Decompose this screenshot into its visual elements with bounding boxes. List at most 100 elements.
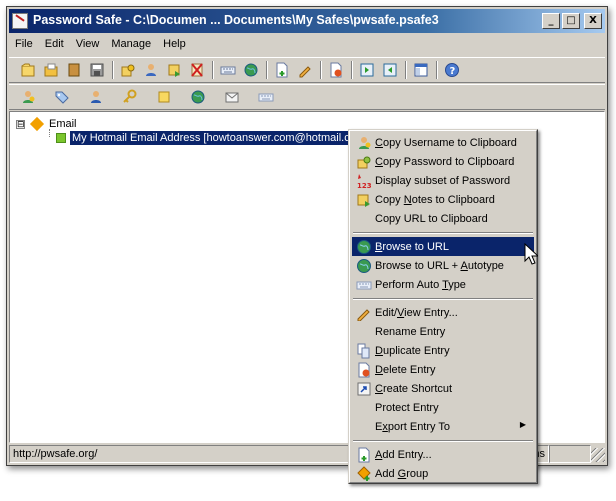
menu-help[interactable]: Help bbox=[157, 35, 192, 54]
entry-icon bbox=[56, 133, 66, 143]
submenu-arrow-icon: ▶ bbox=[519, 420, 526, 429]
new-database-icon[interactable] bbox=[17, 59, 39, 81]
menu-label-part: ype bbox=[448, 278, 466, 291]
menu-label-part: Rename Entry bbox=[375, 325, 446, 338]
menu-label-part: rowse to URL bbox=[382, 240, 449, 253]
tree-entry-hotmail[interactable]: My Hotmail Email Address [howtoanswer.co… bbox=[56, 130, 371, 146]
note-icon[interactable] bbox=[153, 86, 175, 108]
menu-item-delete-entry[interactable]: Delete Entry bbox=[352, 360, 534, 379]
copy-password-icon[interactable] bbox=[117, 59, 139, 81]
menu-item-label: Copy Password to Clipboard bbox=[375, 156, 514, 168]
group-label: Email bbox=[49, 118, 77, 130]
close-database-icon[interactable] bbox=[63, 59, 85, 81]
close-button[interactable]: X bbox=[584, 13, 602, 29]
menu-item-label: Copy URL to Clipboard bbox=[375, 213, 488, 225]
browse-url-icon bbox=[355, 238, 372, 255]
svg-text:?: ? bbox=[450, 66, 456, 77]
menu-manage[interactable]: Manage bbox=[105, 35, 157, 54]
entry-toolbar bbox=[9, 84, 605, 110]
add-entry-icon bbox=[355, 446, 372, 463]
copy-notes-icon bbox=[355, 191, 372, 208]
globe-icon[interactable] bbox=[187, 86, 209, 108]
menu-view[interactable]: View bbox=[70, 35, 106, 54]
menu-item-browse-to-url[interactable]: Browse to URL bbox=[352, 237, 534, 256]
menu-label-part: Browse to URL + bbox=[375, 259, 461, 272]
main-toolbar: ? bbox=[9, 57, 605, 83]
email-icon[interactable] bbox=[221, 86, 243, 108]
copy-username-icon[interactable] bbox=[140, 59, 162, 81]
menu-item-copy-notes-to-clipboard[interactable]: Copy Notes to Clipboard bbox=[352, 190, 534, 209]
autotype-icon[interactable] bbox=[217, 59, 239, 81]
open-database-icon[interactable] bbox=[40, 59, 62, 81]
add-entry-icon[interactable] bbox=[271, 59, 293, 81]
copy-notes-icon[interactable] bbox=[163, 59, 185, 81]
mouse-cursor-icon bbox=[524, 243, 538, 265]
menu-item-export-entry-to[interactable]: Export Entry To ▶ bbox=[352, 417, 534, 436]
menu-label-part: iew Entry... bbox=[404, 306, 458, 319]
menu-item-label: Browse to URL bbox=[375, 241, 449, 253]
menu-item-perform-auto-type[interactable]: Perform Auto Type bbox=[352, 275, 534, 294]
browse-url-icon[interactable] bbox=[240, 59, 262, 81]
status-extra bbox=[549, 445, 591, 463]
menu-item-duplicate-entry[interactable]: Duplicate Entry bbox=[352, 341, 534, 360]
menu-item-browse-to-url-autotype[interactable]: Browse to URL + Autotype bbox=[352, 256, 534, 275]
clear-clipboard-icon[interactable] bbox=[186, 59, 208, 81]
menu-item-add-group[interactable]: Add Group bbox=[352, 464, 534, 483]
menu-item-label: Copy Notes to Clipboard bbox=[375, 194, 495, 206]
menu-item-label: Delete Entry bbox=[375, 364, 436, 376]
collapse-toggle[interactable]: ⊟ bbox=[16, 119, 25, 129]
group-folder-icon bbox=[29, 116, 45, 132]
menu-label-part: G bbox=[397, 467, 407, 480]
app-icon[interactable] bbox=[12, 13, 28, 29]
menu-label-part: Copy bbox=[375, 193, 404, 206]
menu-item-label: Rename Entry bbox=[375, 326, 445, 338]
toolbar-separator bbox=[351, 61, 353, 79]
context-menu-body: Copy Username to Clipboard Copy Password … bbox=[349, 130, 537, 483]
menu-label-part: opy Username to Clipboard bbox=[382, 136, 517, 149]
expand-all-icon[interactable] bbox=[356, 59, 378, 81]
password-subset-icon: 123 bbox=[355, 172, 372, 189]
menu-item-label: Export Entry To bbox=[375, 421, 450, 433]
save-icon[interactable] bbox=[86, 59, 108, 81]
edit-entry-icon[interactable] bbox=[294, 59, 316, 81]
toolbar-separator bbox=[320, 61, 322, 79]
menu-item-rename-entry[interactable]: Rename Entry bbox=[352, 322, 534, 341]
title-bar[interactable]: Password Safe - C:\Documen ... Documents… bbox=[9, 9, 605, 33]
delete-entry-icon[interactable] bbox=[325, 59, 347, 81]
copy-username-icon[interactable] bbox=[17, 86, 39, 108]
window-controls: _ □ X bbox=[542, 13, 602, 29]
collapse-all-icon[interactable] bbox=[379, 59, 401, 81]
maximize-button[interactable]: □ bbox=[562, 13, 580, 29]
menu-label-part: otes to Clipboard bbox=[411, 193, 495, 206]
duplicate-entry-icon bbox=[355, 342, 372, 359]
menu-item-add-entry[interactable]: Add Entry... bbox=[352, 445, 534, 464]
menu-item-create-shortcut[interactable]: Create Shortcut bbox=[352, 379, 534, 398]
menu-label-part: port Entry To bbox=[387, 420, 451, 433]
menu-item-label: Edit/View Entry... bbox=[375, 307, 458, 319]
resize-grip[interactable] bbox=[591, 448, 605, 462]
keyboard-icon[interactable] bbox=[255, 86, 277, 108]
menu-label-part: Add bbox=[375, 467, 398, 480]
minimize-button[interactable]: _ bbox=[542, 13, 560, 29]
menu-edit[interactable]: Edit bbox=[39, 35, 70, 54]
menu-file[interactable]: File bbox=[9, 35, 39, 54]
key-icon[interactable] bbox=[119, 86, 141, 108]
menu-separator bbox=[352, 436, 534, 445]
edit-entry-icon bbox=[355, 304, 372, 321]
status-url: http://pwsafe.org/ bbox=[9, 445, 349, 463]
menu-item-display-subset-of-password[interactable]: 123 Display subset of Password bbox=[352, 171, 534, 190]
menu-item-label: Create Shortcut bbox=[375, 383, 452, 395]
menu-item-edit-view-entry[interactable]: Edit/View Entry... bbox=[352, 303, 534, 322]
options-icon[interactable] bbox=[410, 59, 432, 81]
menu-item-protect-entry[interactable]: Protect Entry bbox=[352, 398, 534, 417]
help-icon[interactable]: ? bbox=[441, 59, 463, 81]
user-icon[interactable] bbox=[85, 86, 107, 108]
menu-separator bbox=[352, 294, 534, 303]
menu-item-copy-username-to-clipboard[interactable]: Copy Username to Clipboard bbox=[352, 133, 534, 152]
tag-icon[interactable] bbox=[51, 86, 73, 108]
menu-label-part: reate Shortcut bbox=[382, 382, 453, 395]
menu-item-label: Display subset of Password bbox=[375, 175, 510, 187]
menu-item-copy-url-to-clipboard[interactable]: Copy URL to Clipboard bbox=[352, 209, 534, 228]
menu-item-copy-password-to-clipboard[interactable]: Copy Password to Clipboard bbox=[352, 152, 534, 171]
menu-item-label: Add Group bbox=[375, 468, 428, 480]
